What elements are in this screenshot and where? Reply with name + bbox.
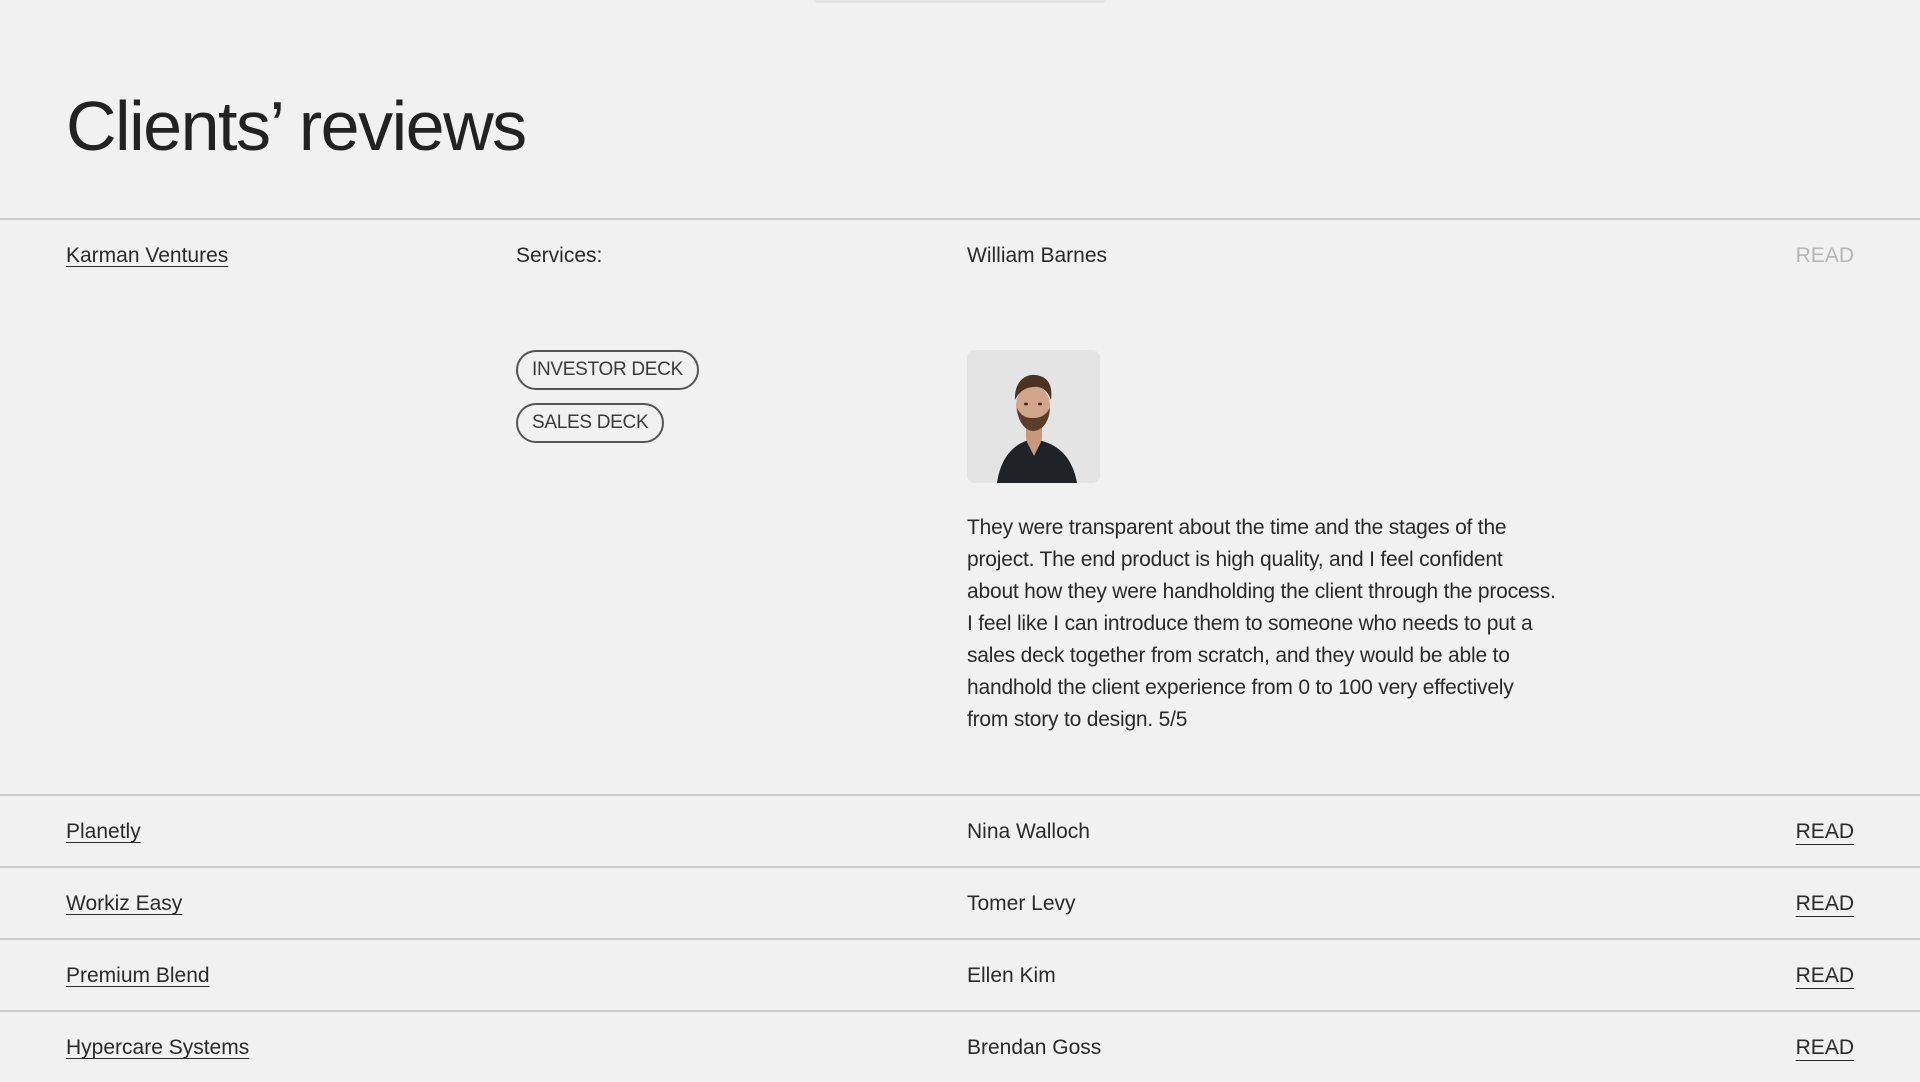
review-row-planetly[interactable]: Planetly Nina Walloch READ: [0, 794, 1920, 866]
review-quote: They were transparent about the time and…: [967, 516, 1556, 731]
read-link[interactable]: READ: [1796, 243, 1854, 269]
company-link[interactable]: Hypercare Systems: [66, 1035, 249, 1061]
reviews-list: Karman Ventures Services: William Barnes…: [0, 218, 1920, 1082]
read-link[interactable]: READ: [1796, 891, 1854, 917]
review-row-premium-blend[interactable]: Premium Blend Ellen Kim READ: [0, 938, 1920, 1010]
company-link[interactable]: Planetly: [66, 819, 141, 845]
review-row-hypercare-systems[interactable]: Hypercare Systems Brendan Goss READ: [0, 1010, 1920, 1082]
page-title: Clients’ reviews: [66, 87, 527, 165]
read-link[interactable]: READ: [1796, 1035, 1854, 1061]
service-tag-investor-deck[interactable]: INVESTOR DECK: [516, 350, 699, 390]
read-link[interactable]: READ: [1796, 819, 1854, 845]
service-tag-sales-deck[interactable]: SALES DECK: [516, 403, 665, 443]
reviewer-name: Ellen Kim: [967, 964, 1056, 987]
reviewer-name: William Barnes: [967, 244, 1108, 267]
reviewer-name: Tomer Levy: [967, 892, 1076, 915]
avatar: [967, 350, 1100, 483]
company-link[interactable]: Karman Ventures: [66, 243, 228, 269]
reviewer-portrait-image: [967, 350, 1100, 483]
top-scroll-indicator: [815, 0, 1105, 3]
review-row-workiz-easy[interactable]: Workiz Easy Tomer Levy READ: [0, 866, 1920, 938]
reviewer-name: Brendan Goss: [967, 1036, 1102, 1059]
service-tags: INVESTOR DECK SALES DECK: [516, 350, 699, 456]
reviewer-name: Nina Walloch: [967, 820, 1090, 843]
read-link[interactable]: READ: [1796, 963, 1854, 989]
review-row-karman-ventures: Karman Ventures Services: William Barnes…: [0, 218, 1920, 794]
services-label: Services:: [516, 244, 603, 267]
company-link[interactable]: Premium Blend: [66, 963, 210, 989]
company-link[interactable]: Workiz Easy: [66, 891, 182, 917]
